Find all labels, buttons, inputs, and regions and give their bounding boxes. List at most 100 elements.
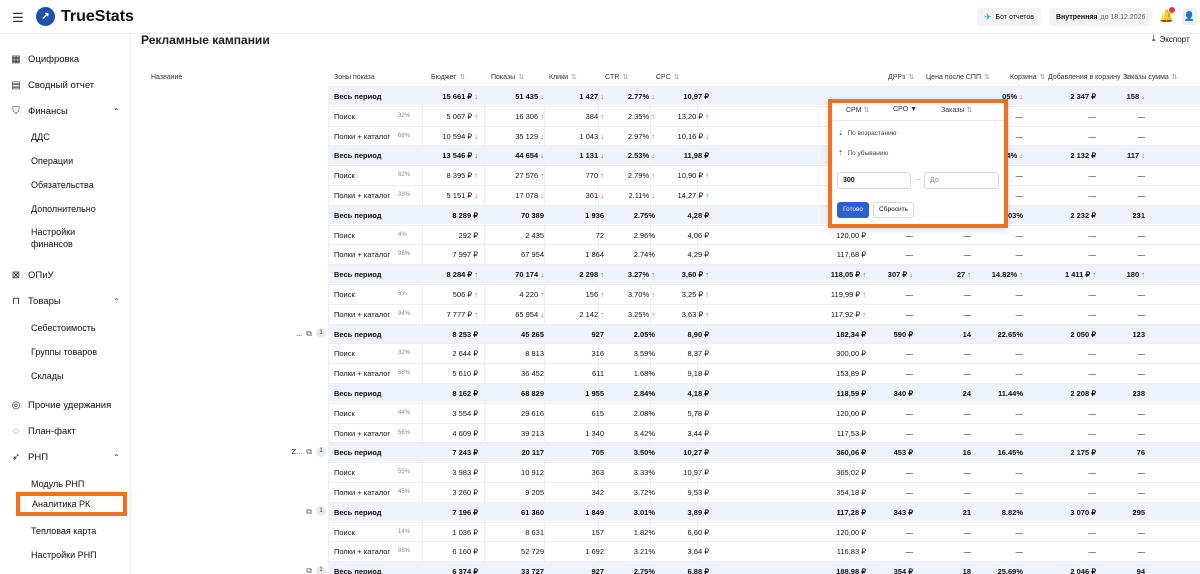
table-row[interactable]: Поиск 44% 3 554 ₽29 616 615 2.08% 5,78 ₽120,0… [328,402,1200,422]
sort-icon[interactable]: ⇅ [1172,73,1178,81]
table-row[interactable]: Весь период 15 661 ₽ ↓ 51 435 ↓ 1 427 ↓ 2.77… [328,86,1200,105]
header-cpm[interactable]: CPM ⇅ [846,106,869,114]
sidebar-item-5[interactable]: ◎ Прочие удержания [11,400,112,411]
chevron-up-icon[interactable]: ⌃ [113,453,120,462]
external-link-icon[interactable]: ⧉ [306,502,312,521]
campaign-name[interactable]: ... ⧉ 1 [271,324,326,343]
menu-icon[interactable]: ☰ [12,10,24,26]
table-row[interactable]: Поиск 14% 1 036 ₽8 631 157 1.82% 6,60 ₽120,00… [328,521,1200,541]
sort-icon[interactable]: ⇅ [622,73,628,81]
target-icon: ◌ [13,426,19,437]
table-row[interactable]: Поиск 4% 292 ₽2 435 72 2.96% 4,06 ₽120,00 ₽ — —… [328,224,1200,244]
campaign-name[interactable]: Z... ⧉ 1 [271,442,326,461]
table-row[interactable]: Весь период 13 546 ₽ ↓ 44 654 ↓ 1 131 ↓ 2.53… [328,145,1200,165]
sort-icon[interactable]: ⇅ [571,73,577,81]
apply-filter-button[interactable]: Готово [837,202,869,218]
table-row[interactable]: Полки + каталог 38% 5 151 ₽ ↓ 17 078 ↓ 361 ↓… [328,185,1200,204]
sidebar-subitem-5[interactable]: Себестоимость [31,322,96,334]
table-row[interactable]: Поиск 32% 2 644 ₽8 813 316 3.59% 8,37 ₽300,00… [328,343,1200,362]
filter-icon[interactable]: ▼ [910,106,917,113]
budget-cell: 292 ₽ [458,230,478,240]
chevron-up-icon[interactable]: ⌃ [113,297,120,306]
sidebar-subitem-0[interactable]: ДДС [31,131,50,143]
drr-cell: — [1015,408,1024,418]
table-row[interactable]: Полки + каталог 68% 5 610 ₽36 452 611 1.68% 9… [328,363,1200,382]
header-views[interactable]: Показы ⇅ [491,68,524,86]
sort-icon[interactable]: ⇅ [674,73,680,81]
reset-filter-button[interactable]: Сбросить [873,202,914,218]
table-row[interactable]: Весь период 7 196 ₽ 61 360 1 849 3.01% 3,89 ₽… [328,501,1200,521]
table-row[interactable]: Полки + каталог 68% 10 594 ₽ ↓ 35 129 ↓ 1 04… [328,125,1200,145]
export-button[interactable]: ⤓ Экспорт [1152,34,1190,44]
table-row[interactable]: Полки + каталог 96% 7 997 ₽67 954 1 864 2.74… [328,244,1200,263]
clicks-cell: 705 [591,448,604,458]
sidebar-subitem-8[interactable]: Модуль РНП [31,478,84,490]
sort-asc-option[interactable]: ⇣ По возрастанию [838,129,897,138]
table-row[interactable]: Поиск 62% 8 395 ₽ ↑ 27 576 ↑ 770 ↑ 2.79% ↑ 10,… [328,165,1200,184]
table-row[interactable]: Весь период 8 289 ₽ 70 389 1 936 2.75% 4,28 ₽… [328,204,1200,224]
sidebar-item-4[interactable]: ⊓ Товары ⌃ [11,296,120,307]
header-budget[interactable]: Бюджет ⇅ [431,68,465,86]
sidebar-subitem-11[interactable]: Настройки РНП [31,549,97,561]
sidebar-subitem-2[interactable]: Обязательства [31,179,94,191]
table-row[interactable]: Полки + каталог 56% 4 609 ₽39 213 1 340 3.42… [328,422,1200,442]
table-row[interactable]: Поиск 6% 506 ₽ ↑ 4 220 ↑ 156 ↑ 3.70% ↑ 3,25 ₽ … [328,284,1200,303]
external-link-icon[interactable]: ⧉ [306,324,312,343]
telegram-bot-button[interactable]: ✈ Бот отчетов [977,8,1042,26]
campaign-name[interactable]: ⧉ 1 [271,561,326,574]
campaign-name[interactable]: ⧉ 1 [271,502,326,521]
sort-icon[interactable]: ⇅ [1040,73,1046,81]
sort-icon[interactable]: ⇅ [984,73,990,81]
chevron-up-icon[interactable]: ⌃ [113,107,120,116]
header-orders[interactable]: Заказы ⇅ [941,106,972,114]
sidebar-subitem-1[interactable]: Операции [31,155,73,167]
plan-badge[interactable]: Внутренняя до 18.12.2026 [1049,8,1153,26]
sort-desc-option[interactable]: ⇡ По убыванию [838,149,888,158]
header-order-sum[interactable]: Заказы сумма ⇅ [1123,68,1178,86]
sort-icon[interactable]: ⇅ [518,73,524,81]
sidebar-item-7[interactable]: ➶ РНП ⌃ [11,452,120,463]
sort-icon[interactable]: ⇅ [908,73,914,81]
header-name[interactable]: Название [151,68,182,86]
table-row[interactable]: Полки + каталог 45% 3 260 ₽9 205 342 3.72% 9,… [328,482,1200,501]
ctr-cell: 2.97% ↑ [627,131,655,141]
user-icon[interactable]: 👤 [1182,8,1197,25]
sidebar-item-3[interactable]: ⊠ ОПиУ [11,270,54,281]
header-drr[interactable]: ДРРз ⇅ [888,68,914,86]
header-clicks[interactable]: Клики ⇅ [549,68,577,86]
sidebar-item-0[interactable]: ▦ Оцифровка [11,54,79,65]
ctr-cell: 2.75% [633,210,655,220]
sidebar-subitem-9[interactable]: Аналитика РК [16,492,127,516]
table-row[interactable]: Весь период 6 374 ₽ 33 727 927 2.75% 6,88 ₽ 18… [328,561,1200,574]
filter-from-input[interactable]: 300 [837,172,911,189]
table-row[interactable]: Поиск 32% 5 067 ₽ ↑ 16 306 ↑ 384 ↑ 2.35% ↑ 13,… [328,105,1200,125]
sidebar-item-1[interactable]: ▤ Сводный отчет [11,80,94,91]
sidebar-subitem-3[interactable]: Дополнительно [31,203,96,215]
sidebar-subitem-7[interactable]: Склады [31,370,64,382]
notifications-icon[interactable]: 🔔 [1159,7,1175,23]
table-row[interactable]: Весь период 8 284 ₽ ↑ 70 174 ↓ 2 298 ↑ 3.27%… [328,264,1200,284]
table-row[interactable]: Полки + каталог 94% 7 777 ₽ ↑ 65 954 ↓ 2 142… [328,303,1200,323]
logo[interactable]: ↗ TrueStats [36,7,134,26]
sidebar-item-2[interactable]: ⛉ Финансы ⌃ [11,106,119,117]
external-link-icon[interactable]: ⧉ [306,442,312,461]
table-row[interactable]: Весь период 8 162 ₽ 68 829 1 955 2.84% 4,18 ₽… [328,383,1200,402]
header-cpc[interactable]: CPC ⇅ [656,68,680,86]
sidebar-item-6[interactable]: ◌ План-факт [11,426,76,437]
header-price-spp[interactable]: Цена после СПП ⇅ [926,68,990,86]
table-row[interactable]: Весь период 8 253 ₽ 45 265 927 2.05% 8,90 ₽ 18… [328,323,1200,343]
header-cart[interactable]: Корзина ⇅ [1010,68,1046,86]
sort-icon[interactable]: ⇅ [459,73,465,81]
table-row[interactable]: Полки + каталог 86% 6 160 ₽52 729 1 692 3.21… [328,541,1200,560]
header-zones[interactable]: Зоны показа [334,68,375,86]
external-link-icon[interactable]: ⧉ [306,561,312,574]
sidebar-subitem-10[interactable]: Тепловая карта [31,525,96,537]
filter-to-input[interactable]: До [924,172,999,189]
sidebar-subitem-4[interactable]: Настройки финансов [31,226,101,250]
table-row[interactable]: Весь период 7 243 ₽ 20 117 705 3.50% 10,27 ₽ 3… [328,442,1200,462]
table-row[interactable]: Поиск 55% 3 983 ₽10 912 363 3.33% 10,97 ₽365,… [328,462,1200,481]
header-add-cart[interactable]: Добавления в корзину ⇅ [1048,68,1129,86]
sidebar-subitem-6[interactable]: Группы товаров [31,346,97,358]
header-cpo[interactable]: CPO ▼ [893,106,917,113]
header-ctr[interactable]: CTR ⇅ [605,68,628,86]
